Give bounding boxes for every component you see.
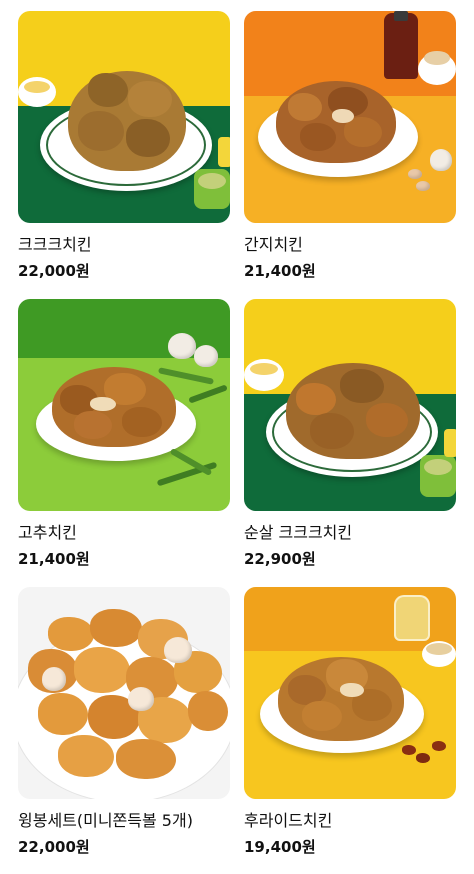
product-price: 21,400원 xyxy=(18,550,90,568)
product-card[interactable]: 후라이드치킨 19,400원 xyxy=(244,587,456,857)
product-image[interactable] xyxy=(244,299,456,511)
product-price: 21,400원 xyxy=(244,262,316,280)
product-image[interactable] xyxy=(18,587,230,799)
product-name: 후라이드치킨 xyxy=(244,811,333,830)
product-card[interactable]: 윙봉세트(미니쫀득볼 5개) 22,000원 xyxy=(18,587,230,857)
product-price: 22,900원 xyxy=(244,550,316,568)
product-price: 19,400원 xyxy=(244,838,316,856)
product-name: 크크크치킨 xyxy=(18,235,92,254)
product-grid: 크크크치킨 22,000원 간지치킨 21,400원 고추치킨 21,400원 … xyxy=(0,0,474,874)
product-image[interactable] xyxy=(18,299,230,511)
product-image[interactable] xyxy=(244,587,456,799)
product-name: 고추치킨 xyxy=(18,523,77,542)
product-card[interactable]: 간지치킨 21,400원 xyxy=(244,11,456,281)
product-image[interactable] xyxy=(244,11,456,223)
product-price: 22,000원 xyxy=(18,838,90,856)
product-price: 22,000원 xyxy=(18,262,90,280)
product-card[interactable]: 크크크치킨 22,000원 xyxy=(18,11,230,281)
product-name: 간지치킨 xyxy=(244,235,303,254)
product-name: 윙봉세트(미니쫀득볼 5개) xyxy=(18,811,193,830)
product-card[interactable]: 고추치킨 21,400원 xyxy=(18,299,230,569)
product-image[interactable] xyxy=(18,11,230,223)
product-card[interactable]: 순살 크크크치킨 22,900원 xyxy=(244,299,456,569)
product-name: 순살 크크크치킨 xyxy=(244,523,353,542)
